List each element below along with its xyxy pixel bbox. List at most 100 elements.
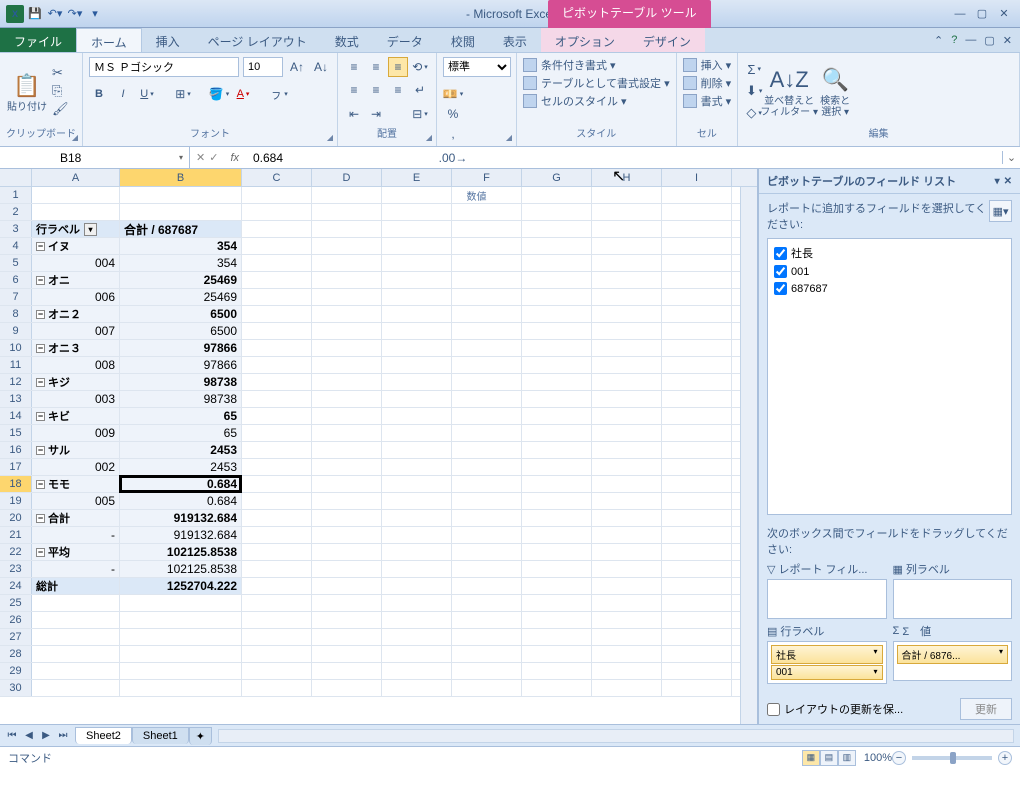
cell[interactable]: [242, 510, 312, 526]
cut-icon[interactable]: ✂: [52, 65, 69, 81]
cell[interactable]: 354: [120, 255, 242, 271]
accounting-format-icon[interactable]: 💴: [443, 84, 463, 104]
tab-data[interactable]: データ: [373, 28, 437, 52]
cell[interactable]: [312, 578, 382, 594]
row-header[interactable]: 13: [0, 391, 32, 407]
cell[interactable]: [382, 306, 452, 322]
cell[interactable]: [242, 527, 312, 543]
cell[interactable]: [522, 646, 592, 662]
row-header[interactable]: 15: [0, 425, 32, 441]
cell[interactable]: [452, 510, 522, 526]
zoom-slider[interactable]: [912, 756, 992, 760]
cell[interactable]: 009: [32, 425, 120, 441]
doc-close-icon[interactable]: ✕: [1003, 34, 1012, 47]
cell[interactable]: [32, 680, 120, 696]
increase-decimal-icon[interactable]: .00→: [443, 148, 463, 168]
pane-dropdown-icon[interactable]: ▾: [995, 176, 1000, 187]
cell[interactable]: [382, 595, 452, 611]
collapse-icon[interactable]: −: [36, 480, 45, 489]
align-top-icon[interactable]: ≡: [344, 57, 364, 77]
values-dropzone[interactable]: 合計 / 6876...: [893, 641, 1013, 681]
sort-filter-button[interactable]: A↓Z 並べ替えと フィルター ▾: [768, 57, 810, 125]
alignment-launcher-icon[interactable]: ◢: [426, 133, 432, 142]
insert-cells-button[interactable]: 挿入 ▾: [683, 57, 732, 73]
cell[interactable]: 行ラベル▾: [32, 221, 120, 237]
cell[interactable]: [452, 629, 522, 645]
cell[interactable]: 006: [32, 289, 120, 305]
row-header[interactable]: 16: [0, 442, 32, 458]
cell[interactable]: 0.684: [120, 493, 242, 509]
italic-button[interactable]: I: [113, 84, 133, 104]
horizontal-scrollbar[interactable]: [218, 729, 1014, 743]
cell[interactable]: [242, 374, 312, 390]
cell[interactable]: −オニ２: [32, 306, 120, 322]
cell[interactable]: [592, 595, 662, 611]
cell[interactable]: [120, 680, 242, 696]
close-icon[interactable]: ✕: [996, 6, 1012, 22]
cell[interactable]: −サル: [32, 442, 120, 458]
row-header[interactable]: 28: [0, 646, 32, 662]
cell[interactable]: [592, 612, 662, 628]
collapse-icon[interactable]: −: [36, 446, 45, 455]
cell[interactable]: [522, 255, 592, 271]
tab-nav-first-icon[interactable]: ⏮: [4, 730, 20, 741]
autosum-icon[interactable]: Σ: [744, 59, 764, 79]
cell[interactable]: [312, 289, 382, 305]
cell[interactable]: [522, 340, 592, 356]
cell[interactable]: [522, 204, 592, 220]
cell[interactable]: [382, 187, 452, 203]
decrease-indent-icon[interactable]: ⇤: [344, 104, 364, 124]
cell[interactable]: [120, 646, 242, 662]
cell[interactable]: [382, 646, 452, 662]
cell[interactable]: [242, 272, 312, 288]
enter-formula-icon[interactable]: ✓: [209, 151, 218, 164]
cell[interactable]: [662, 510, 732, 526]
cell[interactable]: 102125.8538: [120, 544, 242, 560]
cell[interactable]: [662, 204, 732, 220]
pane-layout-button[interactable]: ▦▾: [989, 200, 1012, 222]
worksheet[interactable]: A B C D E F G H I 123行ラベル▾合計 / 6876874−イ…: [0, 169, 758, 724]
cell[interactable]: [32, 204, 120, 220]
cell[interactable]: [662, 374, 732, 390]
cell[interactable]: [662, 459, 732, 475]
cell[interactable]: [242, 459, 312, 475]
collapse-icon[interactable]: −: [36, 242, 45, 251]
cell[interactable]: [592, 408, 662, 424]
formula-bar[interactable]: 0.684: [245, 151, 1002, 165]
cell[interactable]: [382, 408, 452, 424]
cell[interactable]: [312, 459, 382, 475]
cell[interactable]: 0.684: [120, 476, 242, 492]
cell[interactable]: [592, 221, 662, 237]
font-color-button[interactable]: A: [233, 84, 253, 104]
cell[interactable]: [382, 425, 452, 441]
cell[interactable]: [242, 493, 312, 509]
row-header[interactable]: 23: [0, 561, 32, 577]
cell[interactable]: 97866: [120, 357, 242, 373]
cell[interactable]: [522, 357, 592, 373]
cell[interactable]: 65: [120, 408, 242, 424]
expand-formula-bar-icon[interactable]: ⌄: [1002, 151, 1020, 164]
cell[interactable]: [312, 442, 382, 458]
cell[interactable]: [312, 187, 382, 203]
cell[interactable]: [662, 544, 732, 560]
cell[interactable]: [662, 680, 732, 696]
cell[interactable]: 004: [32, 255, 120, 271]
font-name-select[interactable]: [89, 57, 239, 77]
format-as-table-button[interactable]: テーブルとして書式設定 ▾: [523, 75, 670, 91]
cell[interactable]: [662, 595, 732, 611]
cell[interactable]: [242, 595, 312, 611]
collapse-icon[interactable]: −: [36, 310, 45, 319]
cell[interactable]: [592, 646, 662, 662]
cell[interactable]: 合計 / 687687: [120, 221, 242, 237]
cell[interactable]: [382, 663, 452, 679]
copy-icon[interactable]: ⎘: [52, 83, 69, 99]
cell[interactable]: [312, 544, 382, 560]
ribbon-minimize-icon[interactable]: ⌃: [934, 34, 943, 47]
cell[interactable]: [242, 612, 312, 628]
cell[interactable]: [312, 221, 382, 237]
row-header[interactable]: 10: [0, 340, 32, 356]
col-header-a[interactable]: A: [32, 169, 120, 186]
cell[interactable]: [312, 595, 382, 611]
cell[interactable]: [522, 272, 592, 288]
cell[interactable]: [312, 255, 382, 271]
